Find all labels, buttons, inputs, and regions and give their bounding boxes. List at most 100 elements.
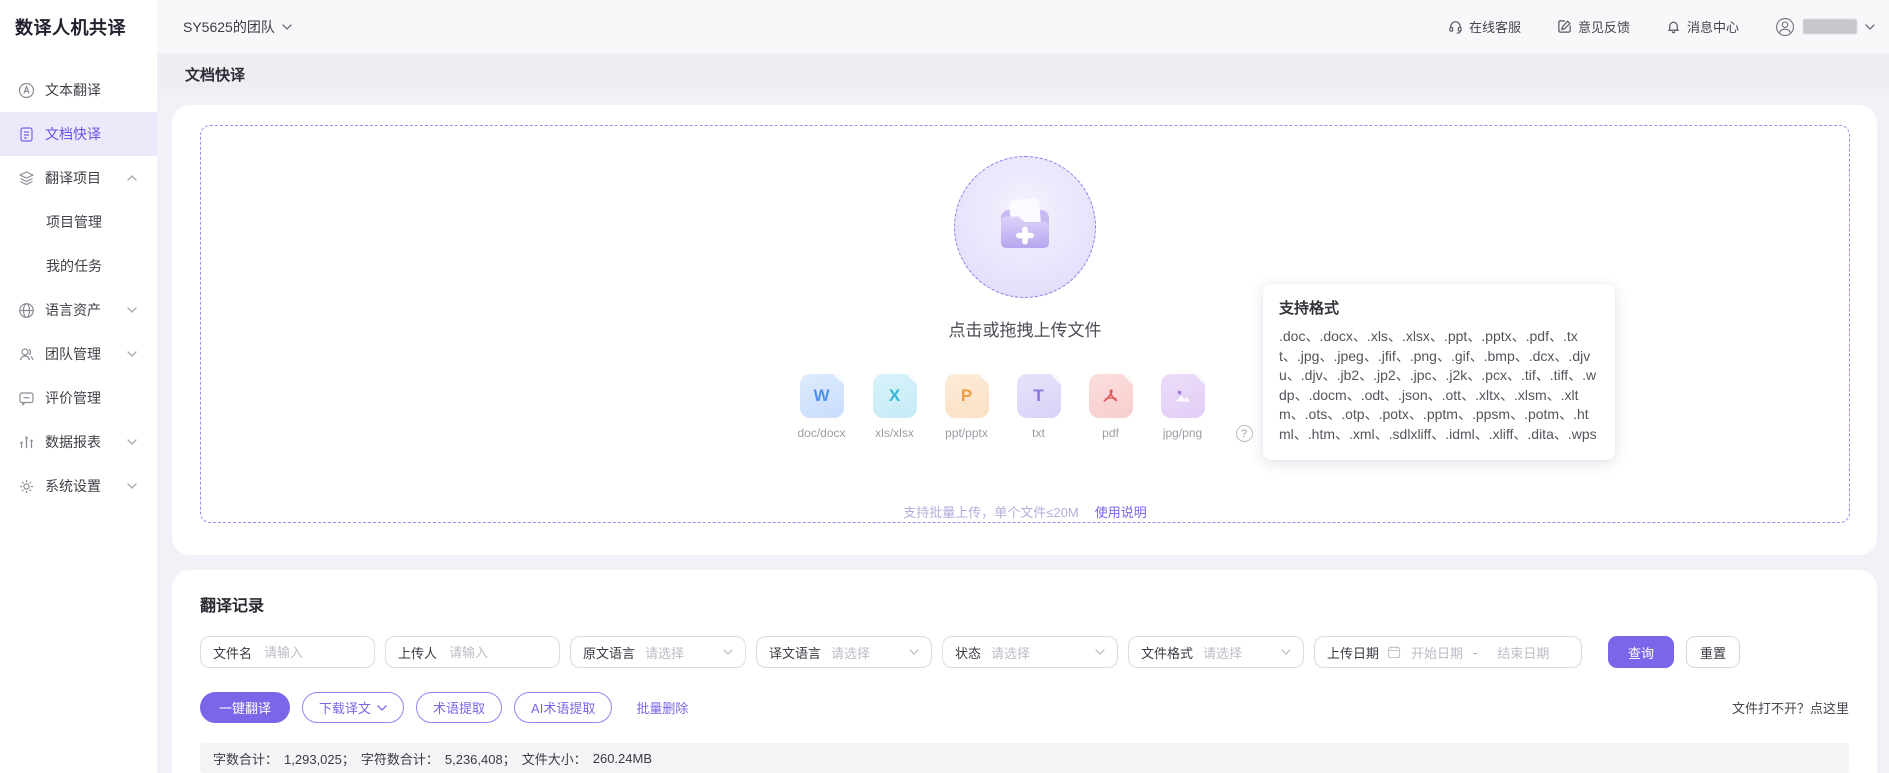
filename-filter[interactable]: 文件名 [200,636,375,668]
upload-card: 点击或拖拽上传文件 W doc/docx X xls/xlsx P ppt/p [172,105,1877,555]
file-size-label: 文件大小： [522,749,587,768]
globe-icon [18,302,35,319]
content: 点击或拖拽上传文件 W doc/docx X xls/xlsx P ppt/p [157,95,1889,773]
chevron-down-icon [723,649,733,655]
chevron-down-icon [1095,649,1105,655]
filter-row: 文件名 上传人 原文语言 请选择 译文语言 请选择 [200,636,1849,668]
calendar-icon [1387,645,1401,659]
format-help-icon[interactable]: ? [1236,425,1253,442]
sidebar-item-data-reports[interactable]: 数据报表 [0,420,157,464]
sidebar-item-label: 评价管理 [45,388,101,408]
text-translate-icon [18,82,35,99]
upload-title: 点击或拖拽上传文件 [949,316,1102,341]
feedback-icon [1557,19,1572,34]
breadcrumb: 文档快译 [157,53,1889,95]
source-language-filter[interactable]: 原文语言 请选择 [570,636,746,668]
chevron-down-icon [127,351,137,357]
message-center-link[interactable]: 消息中心 [1666,17,1739,36]
file-format-filter[interactable]: 文件格式 请选择 [1128,636,1304,668]
word-count-value: 1,293,025； [284,749,355,768]
sidebar-item-language-assets[interactable]: 语言资产 [0,288,157,332]
page-title: 文档快译 [185,64,245,85]
message-center-label: 消息中心 [1687,17,1739,36]
stats-bar: 字数合计： 1,293,025； 字符数合计： 5,236,408； 文件大小：… [200,743,1849,773]
app-window: 数译人机共译 文本翻译 文档快译 翻译项目 [0,0,1889,773]
file-type-txt: T txt [1016,374,1062,440]
review-icon [18,390,35,407]
headset-icon [1448,19,1463,34]
feedback-label: 意见反馈 [1578,17,1630,36]
excel-file-icon: X [873,374,917,418]
image-file-icon [1161,374,1205,418]
query-button[interactable]: 查询 [1608,636,1674,668]
ai-term-extract-button[interactable]: AI术语提取 [514,692,612,723]
batch-delete-button[interactable]: 批量删除 [630,697,694,718]
chevron-down-icon [1865,24,1875,30]
chevron-down-icon [127,439,137,445]
chevron-down-icon [1281,649,1291,655]
upload-button[interactable] [954,156,1096,298]
file-type-doc: W doc/docx [797,374,845,440]
user-menu[interactable] [1775,17,1875,37]
translate-button[interactable]: 一键翻译 [200,692,290,723]
file-type-ppt: P ppt/pptx [944,374,990,440]
sidebar-item-label: 团队管理 [45,344,101,364]
online-support-link[interactable]: 在线客服 [1448,17,1521,36]
user-name-redacted [1803,19,1857,34]
pdf-file-icon [1089,374,1133,418]
sidebar-item-project-management[interactable]: 项目管理 [0,200,157,244]
chevron-down-icon [377,705,387,711]
sidebar-item-label: 语言资产 [45,300,101,320]
doc-translate-icon [18,126,35,143]
sidebar-item-review-management[interactable]: 评价管理 [0,376,157,420]
sidebar-item-label: 我的任务 [46,256,102,276]
filename-input[interactable] [262,644,362,661]
target-language-filter[interactable]: 译文语言 请选择 [756,636,932,668]
sidebar: 数译人机共译 文本翻译 文档快译 翻译项目 [0,0,157,773]
term-extract-button[interactable]: 术语提取 [416,692,502,723]
file-type-pdf: pdf [1088,374,1134,440]
char-count-value: 5,236,408； [445,749,516,768]
tooltip-title: 支持格式 [1279,297,1599,318]
sidebar-item-text-translate[interactable]: 文本翻译 [0,68,157,112]
file-size-value: 260.24MB [593,751,652,766]
word-count-label: 字数合计： [213,749,278,768]
chevron-down-icon [282,24,292,30]
chevron-up-icon [127,175,137,181]
supported-formats-tooltip: 支持格式 .doc、.docx、.xls、.xlsx、.ppt、.pptx、.p… [1263,284,1615,460]
reset-button[interactable]: 重置 [1686,636,1740,668]
end-date-placeholder[interactable]: 结束日期 [1497,643,1549,662]
uploader-filter[interactable]: 上传人 [385,636,560,668]
download-translation-button[interactable]: 下载译文 [302,692,404,723]
sidebar-item-team-management[interactable]: 团队管理 [0,332,157,376]
sidebar-item-my-tasks[interactable]: 我的任务 [0,244,157,288]
file-type-img: jpg/png [1160,374,1206,440]
file-open-help-link[interactable]: 文件打不开？点这里 [1732,698,1849,717]
usage-guide-link[interactable]: 使用说明 [1095,502,1147,521]
start-date-placeholder[interactable]: 开始日期 [1411,643,1463,662]
chevron-down-icon [909,649,919,655]
settings-icon [18,478,35,495]
sidebar-item-label: 文档快译 [45,124,101,144]
sidebar-item-doc-translate[interactable]: 文档快译 [0,112,157,156]
team-selector[interactable]: SY5625的团队 [183,17,292,37]
file-type-xls: X xls/xlsx [872,374,918,440]
chevron-down-icon [127,483,137,489]
upload-date-filter[interactable]: 上传日期 开始日期 - 结束日期 [1314,636,1582,668]
records-card: 翻译记录 文件名 上传人 原文语言 请选择 [172,570,1877,773]
report-icon [18,434,35,451]
uploader-input[interactable] [447,644,547,661]
topbar-right: 在线客服 意见反馈 消息中心 [1448,17,1875,37]
sidebar-item-label: 项目管理 [46,212,102,232]
sidebar-item-projects[interactable]: 翻译项目 [0,156,157,200]
team-icon [18,346,35,363]
sidebar-item-system-settings[interactable]: 系统设置 [0,464,157,508]
feedback-link[interactable]: 意见反馈 [1557,17,1630,36]
status-filter[interactable]: 状态 请选择 [942,636,1118,668]
avatar-icon [1775,17,1795,37]
app-logo: 数译人机共译 [0,0,157,53]
file-type-row: W doc/docx X xls/xlsx P ppt/pptx T [797,374,1252,440]
sidebar-item-label: 翻译项目 [45,168,101,188]
main-area: SY5625的团队 在线客服 意见反馈 消息中心 [157,0,1889,773]
online-support-label: 在线客服 [1469,17,1521,36]
